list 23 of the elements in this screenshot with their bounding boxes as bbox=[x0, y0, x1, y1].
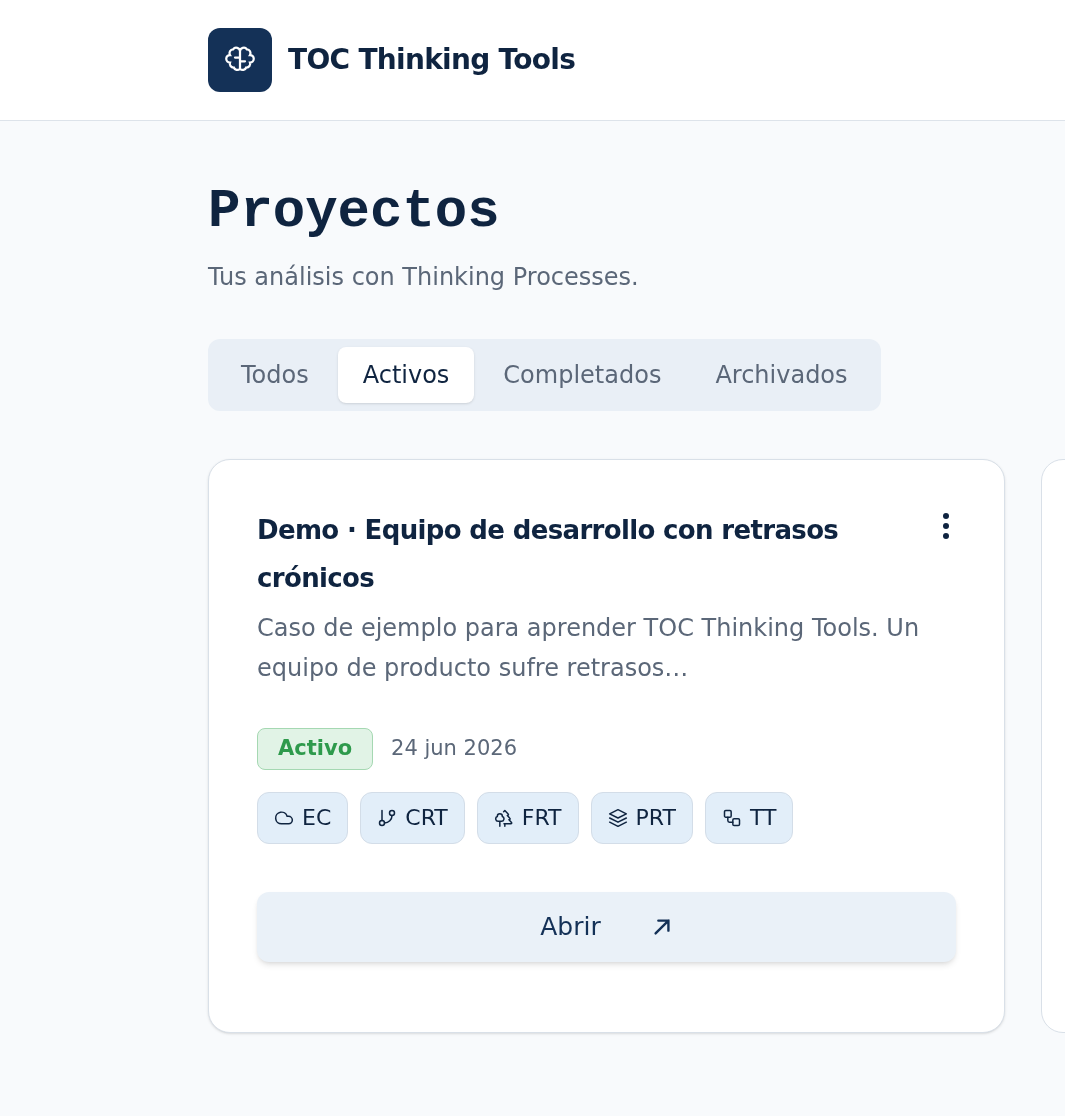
linked-squares-icon bbox=[721, 807, 742, 828]
trees-icon bbox=[493, 807, 514, 828]
app-title: TOC Thinking Tools bbox=[288, 42, 576, 78]
tool-tag: EC bbox=[257, 791, 349, 844]
project-title: Demo · Equipo de desarrollo con retrasos crónicos bbox=[257, 514, 840, 595]
page-title: Proyectos bbox=[208, 185, 501, 239]
filter-tab[interactable]: Archivados bbox=[690, 347, 873, 403]
brain-logo-icon bbox=[208, 28, 272, 92]
tool-tag: CRT bbox=[360, 791, 465, 844]
page-subtitle: Tus análisis con Thinking Processes. bbox=[208, 262, 640, 293]
status-badge: Activo bbox=[257, 728, 374, 770]
project-description: Caso de ejemplo para aprender TOC Thinking Tools. Un equipo de producto sufre retrasos… bbox=[257, 613, 921, 684]
tool-tag: FRT bbox=[476, 791, 579, 844]
filter-tab[interactable]: Todos bbox=[216, 347, 334, 403]
layers-icon bbox=[607, 807, 628, 828]
filter-tab[interactable]: Activos bbox=[337, 347, 475, 403]
project-date: 24 jun 2026 bbox=[391, 735, 518, 762]
more-options-icon[interactable] bbox=[942, 512, 950, 540]
branch-icon bbox=[377, 807, 398, 828]
tool-tag: PRT bbox=[590, 791, 693, 844]
filter-tab[interactable]: Completados bbox=[478, 347, 687, 403]
open-button[interactable]: Abrir bbox=[257, 891, 956, 962]
tool-tag: TT bbox=[704, 791, 794, 844]
